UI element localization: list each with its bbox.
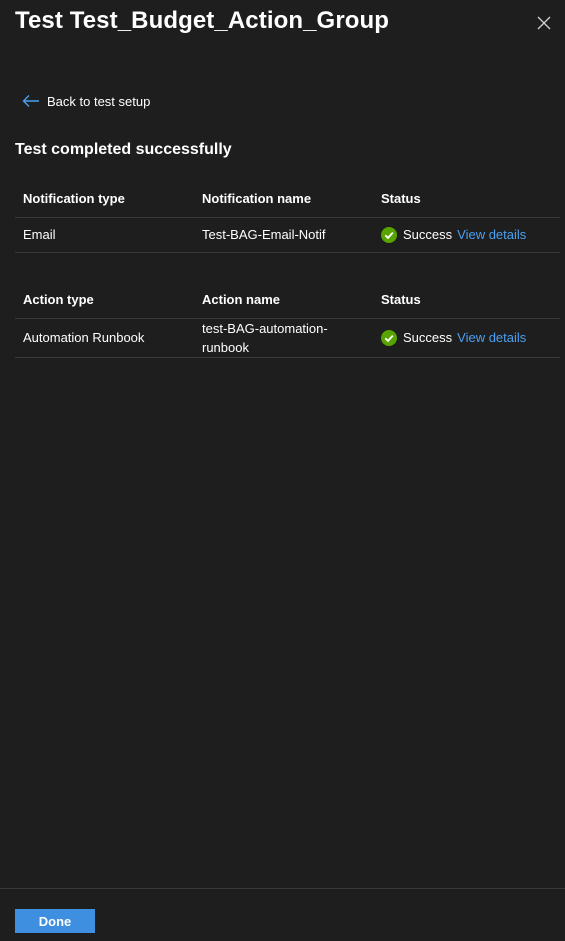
status-text: Success	[403, 330, 453, 345]
notification-name-cell: Test-BAG-Email-Notif	[194, 217, 373, 253]
panel-title: Test Test_Budget_Action_Group	[15, 7, 390, 34]
status-cell: Success View details	[373, 318, 560, 358]
test-results-panel: Test Test_Budget_Action_Group Back to te…	[0, 0, 565, 941]
table-header-row: Action type Action name Status	[15, 282, 560, 319]
done-button[interactable]: Done	[15, 909, 95, 933]
column-header-action-type: Action type	[15, 282, 194, 319]
notification-type-cell: Email	[15, 217, 194, 253]
action-name-text: test-BAG-automation-runbook	[202, 320, 328, 355]
notifications-table: Notification type Notification name Stat…	[15, 181, 560, 253]
actions-table: Action type Action name Status Automatio…	[15, 282, 560, 358]
status-text: Success	[403, 227, 453, 242]
action-type-cell: Automation Runbook	[15, 318, 194, 358]
panel-footer: Done	[0, 888, 565, 941]
action-name-cell: test-BAG-automation-runbook	[194, 318, 373, 358]
back-link-label: Back to test setup	[47, 93, 151, 109]
arrow-left-icon	[22, 95, 39, 107]
close-button[interactable]	[534, 13, 554, 33]
table-header-row: Notification type Notification name Stat…	[15, 181, 560, 218]
close-icon	[537, 16, 551, 30]
view-details-link[interactable]: View details	[457, 225, 526, 244]
column-header-status: Status	[373, 181, 560, 218]
column-header-notification-type: Notification type	[15, 181, 194, 218]
view-details-link[interactable]: View details	[457, 328, 526, 347]
table-row: Automation Runbook test-BAG-automation-r…	[15, 318, 560, 358]
back-to-test-setup-link[interactable]: Back to test setup	[22, 91, 150, 111]
column-header-status: Status	[373, 282, 560, 319]
success-check-icon	[381, 226, 397, 243]
column-header-notification-name: Notification name	[194, 181, 373, 218]
status-cell: Success View details	[373, 217, 560, 253]
result-heading: Test completed successfully	[15, 141, 232, 158]
table-row: Email Test-BAG-Email-Notif Success View …	[15, 217, 560, 253]
success-check-icon	[381, 329, 397, 346]
column-header-action-name: Action name	[194, 282, 373, 319]
